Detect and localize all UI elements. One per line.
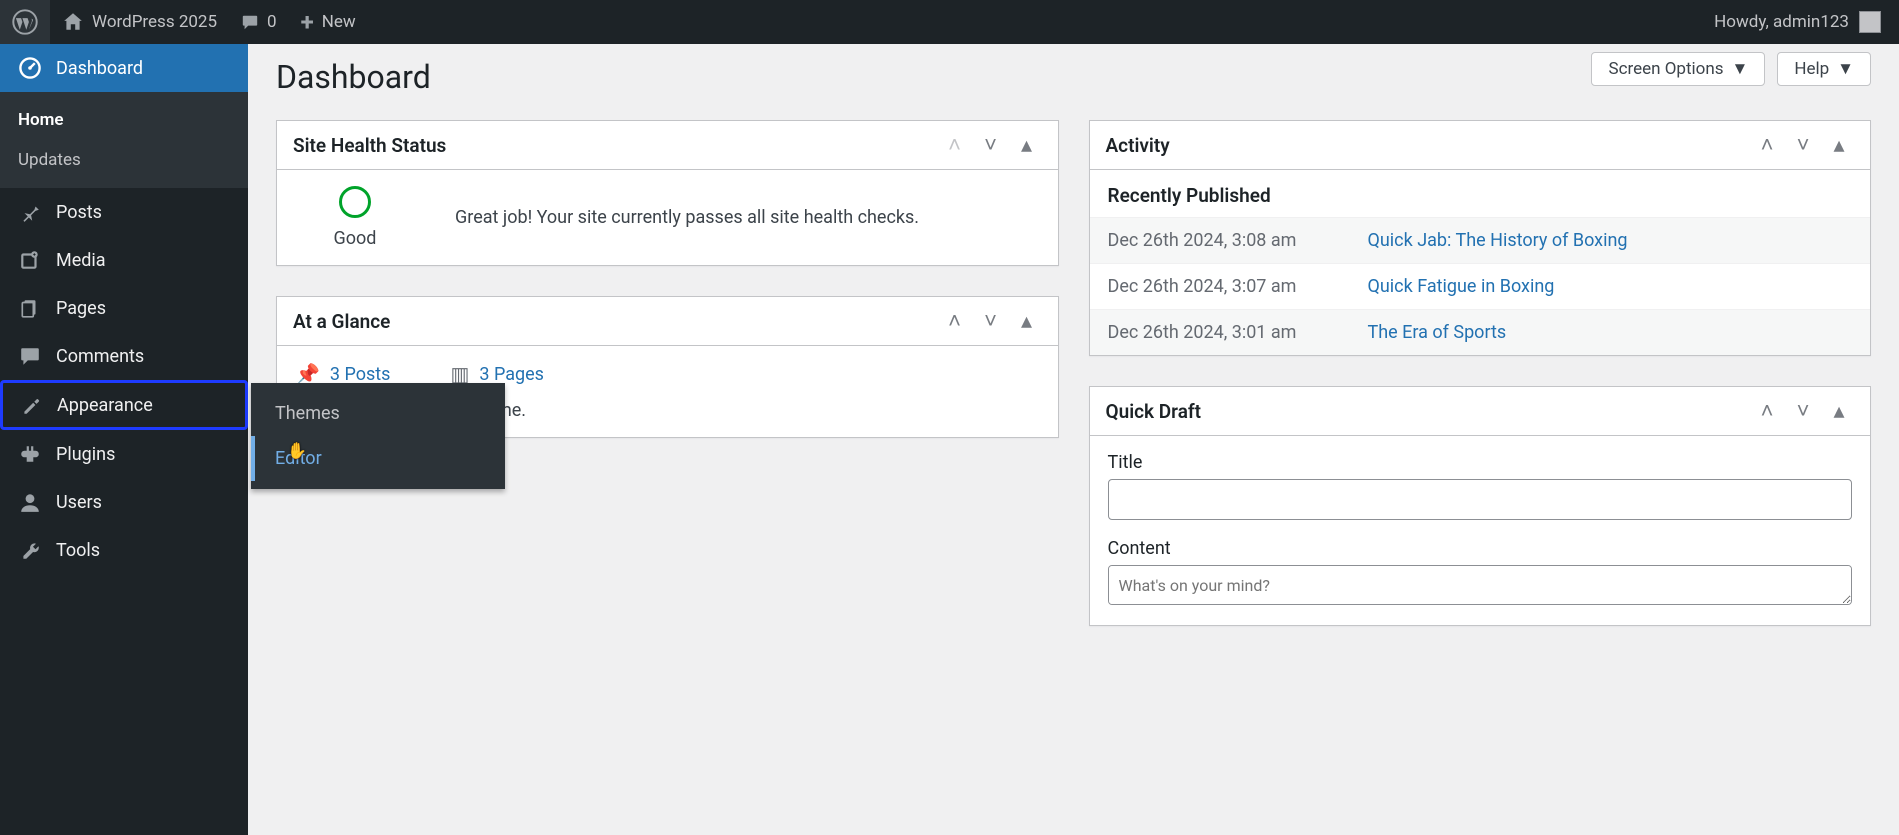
pages-count-link[interactable]: 3 Pages [479,364,544,385]
user-icon [18,490,42,514]
dashboard-icon [18,56,42,80]
screen-meta-links: Screen Options ▼ Help ▼ [1591,52,1871,86]
draft-title-input[interactable] [1108,479,1853,520]
widget-title: Activity [1106,134,1753,157]
main-content: Screen Options ▼ Help ▼ Dashboard Site H… [248,0,1899,656]
home-icon [62,11,84,33]
activity-link[interactable]: Quick Fatigue in Boxing [1368,276,1555,297]
activity-row: Dec 26th 2024, 3:01 am The Era of Sports [1090,309,1871,355]
move-down-button[interactable]: ˅ [1788,133,1818,157]
comments-count: 0 [267,12,277,32]
draft-content-input[interactable] [1108,565,1853,605]
cursor-icon: ✋ [287,441,307,460]
tools-icon [18,538,42,562]
chevron-down-icon: ▼ [1837,59,1854,79]
sidebar-sub-updates[interactable]: Updates [0,140,248,180]
move-up-button[interactable]: ˄ [940,133,970,157]
move-up-button[interactable]: ˄ [940,309,970,333]
new-content-link[interactable]: + New [289,0,368,44]
sidebar-label: Tools [56,540,100,561]
admin-bar: WordPress 2025 0 + New Howdy, admin123 [0,0,1899,44]
plus-icon: + [301,10,314,34]
comment-icon [18,344,42,368]
sidebar-label: Media [56,250,106,271]
sidebar-item-users[interactable]: Users [0,478,248,526]
activity-widget: Activity ˄ ˅ ▴ Recently Published Dec 26… [1089,120,1872,356]
sidebar-submenu-dashboard: Home Updates [0,92,248,188]
avatar [1859,11,1881,33]
activity-date: Dec 26th 2024, 3:01 am [1108,322,1338,343]
admin-sidebar: Dashboard Home Updates Posts Media Pages… [0,44,248,835]
activity-list: Dec 26th 2024, 3:08 am Quick Jab: The Hi… [1090,217,1871,355]
sidebar-sub-home[interactable]: Home [0,100,248,140]
media-icon [18,248,42,272]
activity-section-title: Recently Published [1090,170,1871,217]
activity-link[interactable]: The Era of Sports [1368,322,1507,343]
appearance-icon [19,393,43,417]
health-status: Good [295,228,415,249]
sidebar-label: Appearance [57,395,153,416]
sidebar-item-dashboard[interactable]: Dashboard [0,44,248,92]
health-message: Great job! Your site currently passes al… [455,204,919,231]
comments-link[interactable]: 0 [229,0,289,44]
sidebar-item-plugins[interactable]: Plugins [0,430,248,478]
sidebar-label: Pages [56,298,106,319]
sidebar-label: Comments [56,346,144,367]
chevron-down-icon: ▼ [1732,59,1749,79]
site-name: WordPress 2025 [92,12,217,32]
widget-title: Quick Draft [1106,400,1753,423]
account-menu[interactable]: Howdy, admin123 [1708,0,1887,44]
sidebar-label: Plugins [56,444,115,465]
sidebar-item-comments[interactable]: Comments [0,332,248,380]
wordpress-logo-icon [12,9,38,35]
quick-draft-widget: Quick Draft ˄ ˅ ▴ Title Content [1089,386,1872,626]
toggle-button[interactable]: ▴ [1012,309,1042,333]
sidebar-item-tools[interactable]: Tools [0,526,248,574]
pages-icon [18,296,42,320]
pin-icon [18,200,42,224]
toggle-button[interactable]: ▴ [1012,133,1042,157]
site-health-widget: Site Health Status ˄ ˅ ▴ Good Great job!… [276,120,1059,266]
sidebar-item-appearance[interactable]: Appearance Themes Editor ✋ [0,380,248,430]
activity-row: Dec 26th 2024, 3:08 am Quick Jab: The Hi… [1090,217,1871,263]
howdy-text: Howdy, admin123 [1714,12,1849,32]
posts-count-link[interactable]: 3 Posts [330,364,391,385]
activity-date: Dec 26th 2024, 3:07 am [1108,276,1338,297]
sidebar-label: Dashboard [56,58,143,79]
widget-title: Site Health Status [293,134,940,157]
activity-row: Dec 26th 2024, 3:07 am Quick Fatigue in … [1090,263,1871,309]
wordpress-logo-menu[interactable] [0,0,50,44]
sidebar-item-posts[interactable]: Posts [0,188,248,236]
activity-link[interactable]: Quick Jab: The History of Boxing [1368,230,1628,251]
site-home-link[interactable]: WordPress 2025 [50,0,229,44]
toggle-button[interactable]: ▴ [1824,133,1854,157]
health-indicator-icon [339,186,371,218]
toggle-button[interactable]: ▴ [1824,399,1854,423]
appearance-flyout: Themes Editor ✋ [251,383,505,489]
sidebar-label: Posts [56,202,102,223]
help-button[interactable]: Help ▼ [1777,52,1871,86]
sidebar-item-pages[interactable]: Pages [0,284,248,332]
new-label: New [322,12,356,32]
move-down-button[interactable]: ˅ [976,133,1006,157]
move-down-button[interactable]: ˅ [1788,399,1818,423]
sidebar-item-media[interactable]: Media [0,236,248,284]
plugin-icon [18,442,42,466]
sidebar-label: Users [56,492,102,513]
comment-icon [241,13,259,31]
move-up-button[interactable]: ˄ [1752,399,1782,423]
flyout-themes[interactable]: Themes [251,391,505,436]
move-up-button[interactable]: ˄ [1752,133,1782,157]
widget-title: At a Glance [293,310,940,333]
activity-date: Dec 26th 2024, 3:08 am [1108,230,1338,251]
move-down-button[interactable]: ˅ [976,309,1006,333]
title-label: Title [1108,452,1853,473]
content-label: Content [1108,538,1853,559]
screen-options-button[interactable]: Screen Options ▼ [1591,52,1765,86]
